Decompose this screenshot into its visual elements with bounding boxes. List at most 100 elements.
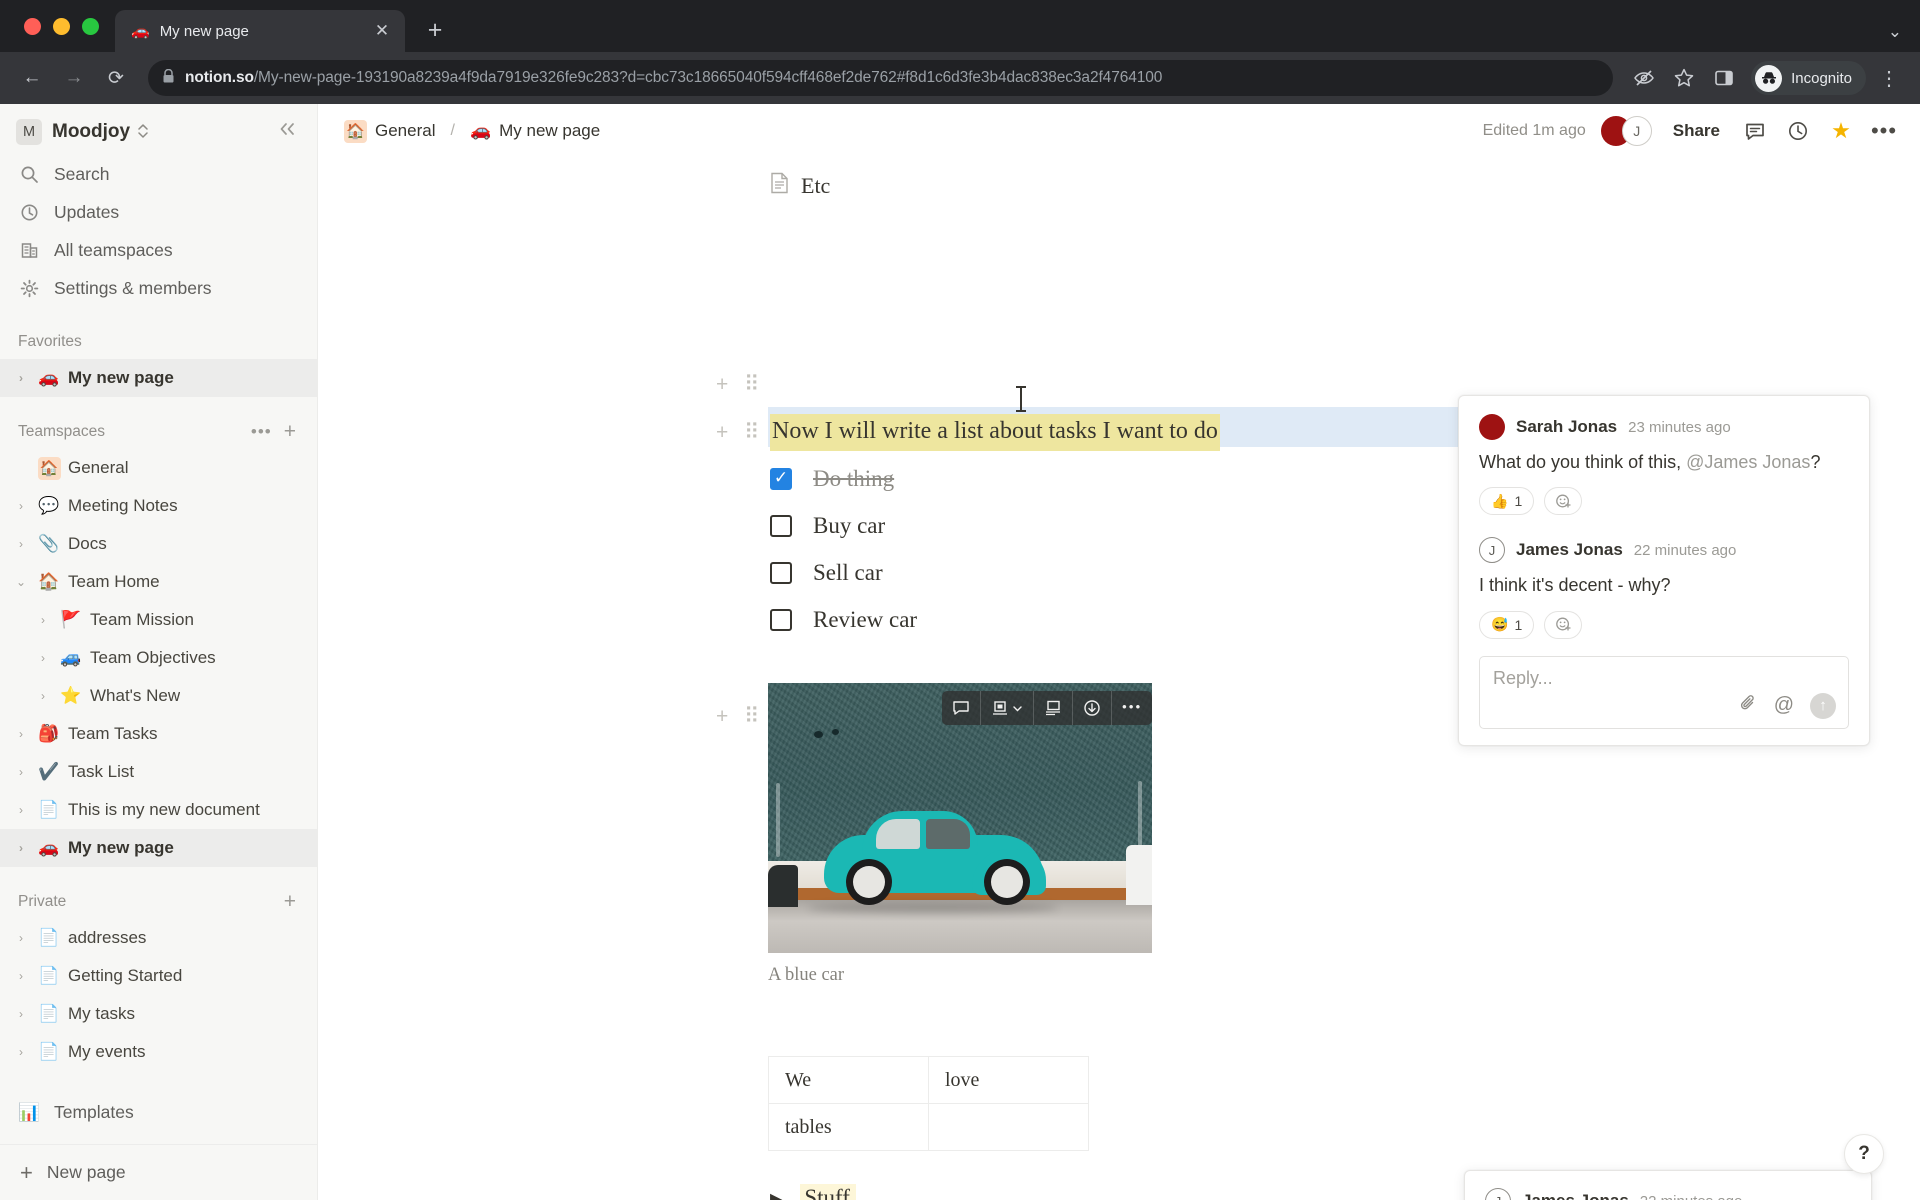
workspace-switcher[interactable]: M Moodjoy xyxy=(0,104,317,155)
drag-block-handle[interactable]: ⠿ xyxy=(744,422,759,443)
incognito-indicator[interactable]: Incognito xyxy=(1751,61,1866,95)
add-reaction-icon[interactable] xyxy=(1544,487,1583,516)
chevron-right-icon[interactable]: › xyxy=(12,803,30,817)
reply-input[interactable]: Reply... @ ↑ xyxy=(1479,655,1849,729)
sidebar-item-addresses[interactable]: › 📄 addresses xyxy=(0,919,317,957)
subpage-link-etc[interactable]: Etc xyxy=(770,172,830,200)
close-tab-button[interactable]: ✕ xyxy=(369,18,395,44)
avatar[interactable]: J xyxy=(1621,116,1652,146)
sidebar-item-settings[interactable]: Settings & members xyxy=(0,269,317,307)
sidebar-item-whats-new[interactable]: › ⭐ What's New xyxy=(0,677,317,715)
chevron-right-icon[interactable]: › xyxy=(12,537,30,551)
todo-checkbox[interactable] xyxy=(770,562,792,584)
sidebar-item-general[interactable]: 🏠 General xyxy=(0,449,317,487)
avatar[interactable]: J xyxy=(1479,537,1505,564)
history-icon[interactable] xyxy=(1784,117,1812,145)
add-reaction-icon[interactable] xyxy=(1544,610,1583,639)
todo-item[interactable]: Do thing xyxy=(770,466,894,492)
minimize-window-button[interactable] xyxy=(53,17,70,35)
chevron-right-icon[interactable]: › xyxy=(12,1007,30,1021)
collapse-sidebar-button[interactable] xyxy=(271,118,303,145)
table-row[interactable]: We love xyxy=(768,1056,1089,1104)
sidebar-item-my-new-page-favorite[interactable]: › 🚗 My new page xyxy=(0,359,317,397)
sidebar-item-updates[interactable]: Updates xyxy=(0,193,317,231)
caption-icon[interactable] xyxy=(1034,691,1073,725)
image-caption[interactable]: A blue car xyxy=(768,965,1152,986)
avatar[interactable]: J xyxy=(1485,1188,1511,1200)
table-cell[interactable]: love xyxy=(928,1056,1089,1104)
browser-menu-button[interactable]: ⋮ xyxy=(1872,61,1906,95)
chevron-right-icon[interactable]: › xyxy=(12,727,30,741)
back-button[interactable]: ← xyxy=(14,60,50,96)
sidebar-item-meeting-notes[interactable]: › 💬 Meeting Notes xyxy=(0,487,317,525)
reaction-pill[interactable]: 😅 1 xyxy=(1479,610,1535,639)
download-icon[interactable] xyxy=(1073,691,1112,725)
todo-item[interactable]: Sell car xyxy=(770,560,883,586)
new-tab-button[interactable]: + xyxy=(415,10,455,50)
todo-item[interactable]: Buy car xyxy=(770,513,885,539)
comment-icon[interactable] xyxy=(1741,117,1769,145)
address-bar[interactable]: notion.so/My-new-page-193190a8239a4f9da7… xyxy=(148,60,1614,96)
image-block[interactable]: ••• A blue car xyxy=(768,683,1152,986)
maximize-window-button[interactable] xyxy=(82,17,99,35)
new-page-button[interactable]: + New page xyxy=(0,1144,317,1200)
chevron-right-icon[interactable]: › xyxy=(12,1045,30,1059)
add-block-button[interactable]: + xyxy=(716,706,728,727)
sidebar-item-team-objectives[interactable]: › 🚙 Team Objectives xyxy=(0,639,317,677)
table-cell[interactable] xyxy=(928,1103,1089,1151)
paperclip-icon[interactable] xyxy=(1738,693,1758,718)
sidebar-item-team-mission[interactable]: › 🚩 Team Mission xyxy=(0,601,317,639)
chevron-right-icon[interactable]: › xyxy=(34,651,52,665)
chevron-right-icon[interactable]: › xyxy=(12,499,30,513)
todo-item[interactable]: Review car xyxy=(770,607,917,633)
at-icon[interactable]: @ xyxy=(1774,694,1794,717)
close-window-button[interactable] xyxy=(24,17,41,35)
table-cell[interactable]: tables xyxy=(768,1103,929,1151)
add-block-button[interactable]: + xyxy=(716,374,728,395)
teamspaces-more-button[interactable]: ••• xyxy=(245,422,278,442)
drag-block-handle[interactable]: ⠿ xyxy=(744,374,759,395)
sidebar-item-task-list[interactable]: › ✔️ Task List xyxy=(0,753,317,791)
chevron-right-icon[interactable]: › xyxy=(34,613,52,627)
toggle-arrow-icon[interactable]: ▶ xyxy=(770,1189,782,1200)
sidebar-item-docs[interactable]: › 📎 Docs xyxy=(0,525,317,563)
sidebar-item-search[interactable]: Search xyxy=(0,155,317,193)
comment-icon[interactable] xyxy=(942,691,981,725)
bookmark-star-icon[interactable] xyxy=(1667,61,1701,95)
more-options-icon[interactable]: ••• xyxy=(1870,117,1898,145)
reaction-pill[interactable]: 👍 1 xyxy=(1479,487,1535,516)
sidebar-item-my-tasks[interactable]: › 📄 My tasks xyxy=(0,995,317,1033)
breadcrumb-item-general[interactable]: 🏠 General xyxy=(338,117,441,146)
forward-button[interactable]: → xyxy=(56,60,92,96)
sidebar-item-this-is-my-new-document[interactable]: › 📄 This is my new document xyxy=(0,791,317,829)
car-photo[interactable]: ••• xyxy=(768,683,1152,953)
star-icon[interactable]: ★ xyxy=(1827,117,1855,145)
table-row[interactable]: tables xyxy=(768,1103,1089,1151)
share-button[interactable]: Share xyxy=(1667,117,1726,145)
browser-tab[interactable]: 🚗 My new page ✕ xyxy=(115,10,405,52)
edited-timestamp[interactable]: Edited 1m ago xyxy=(1483,122,1586,140)
sidebar-item-templates[interactable]: 📊 Templates xyxy=(0,1093,317,1131)
sidebar-item-team-home[interactable]: ⌄ 🏠 Team Home xyxy=(0,563,317,601)
toggle-block-stuff[interactable]: ▶ Stuff xyxy=(770,1184,856,1200)
mention-chip[interactable]: @James Jonas xyxy=(1686,452,1810,472)
todo-checkbox[interactable] xyxy=(770,468,792,490)
tab-list-menu-button[interactable]: ⌄ xyxy=(1888,22,1902,42)
chevron-right-icon[interactable]: › xyxy=(12,765,30,779)
more-options-icon[interactable]: ••• xyxy=(1112,691,1152,725)
chevron-down-icon[interactable]: ⌄ xyxy=(12,575,30,589)
align-icon[interactable] xyxy=(981,691,1034,725)
sidebar-item-my-new-page[interactable]: › 🚗 My new page xyxy=(0,829,317,867)
paragraph-block[interactable]: Now I will write a list about tasks I wa… xyxy=(770,414,1220,451)
sidebar-item-getting-started[interactable]: › 📄 Getting Started xyxy=(0,957,317,995)
help-button[interactable]: ? xyxy=(1844,1134,1884,1174)
teamspaces-add-button[interactable]: + xyxy=(278,420,303,444)
private-add-button[interactable]: + xyxy=(278,890,303,914)
chevron-right-icon[interactable]: › xyxy=(12,371,30,385)
todo-checkbox[interactable] xyxy=(770,515,792,537)
side-panel-icon[interactable] xyxy=(1707,61,1741,95)
chevron-right-icon[interactable]: › xyxy=(12,969,30,983)
chevron-right-icon[interactable]: › xyxy=(12,841,30,855)
eye-off-icon[interactable] xyxy=(1627,61,1661,95)
sidebar-item-my-events[interactable]: › 📄 My events xyxy=(0,1033,317,1071)
